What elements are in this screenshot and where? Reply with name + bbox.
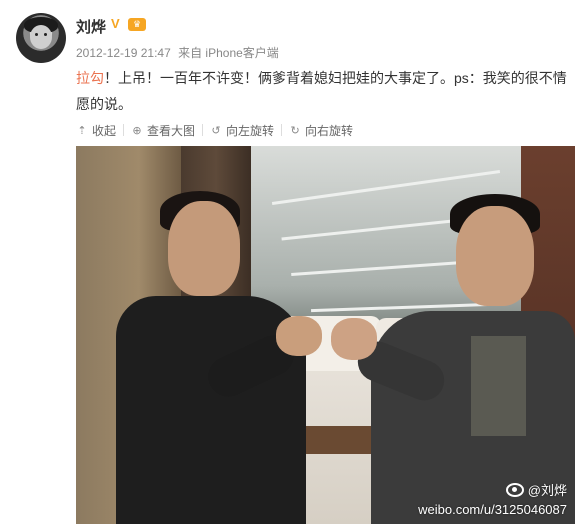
photo-head (456, 206, 534, 306)
view-large-button[interactable]: ⊕ 查看大图 (131, 122, 195, 139)
photo-shirt (471, 336, 526, 436)
vip-badge-icon[interactable]: ♛ (128, 18, 146, 31)
rotate-left-button[interactable]: ↺ 向左旋转 (210, 122, 274, 139)
collapse-button[interactable]: ⇡ 收起 (76, 122, 116, 139)
rotate-left-icon: ↺ (211, 124, 221, 137)
rotate-left-label: 向左旋转 (226, 123, 275, 138)
view-large-label: 查看大图 (147, 123, 196, 138)
toolbar-divider (281, 124, 283, 136)
post-text: 拉勾！上吊！一百年不许变！俩爹背着媳妇把娃的大事定了。ps：我笑的很不情愿的说。 (76, 65, 576, 117)
avatar[interactable] (16, 13, 66, 63)
post-source[interactable]: 来自 iPhone客户端 (178, 46, 279, 60)
post-photo[interactable]: @刘烨 weibo.com/u/3125046087 (76, 146, 575, 524)
photo-hand (276, 316, 322, 356)
watermark-logo: @刘烨 (505, 482, 567, 499)
post-meta: 2012-12-19 21:47 来自 iPhone客户端 (76, 44, 283, 61)
toolbar-divider (202, 124, 204, 136)
avatar-eye (35, 33, 38, 36)
collapse-icon: ⇡ (77, 124, 87, 137)
post-timestamp[interactable]: 2012-12-19 21:47 (76, 46, 171, 60)
post-tag-link[interactable]: 拉勾 (76, 70, 104, 86)
avatar-face (30, 25, 52, 49)
collapse-label: 收起 (92, 123, 117, 138)
post-body: ！上吊！一百年不许变！俩爹背着媳妇把娃的大事定了。ps：我笑的很不情愿的说。 (76, 70, 567, 112)
watermark-url: weibo.com/u/3125046087 (418, 502, 567, 517)
username[interactable]: 刘烨 (76, 16, 106, 37)
photo-head (168, 201, 240, 296)
avatar-eye (44, 33, 47, 36)
verified-v-icon: V (111, 16, 120, 31)
zoom-icon: ⊕ (132, 124, 142, 137)
rotate-right-label: 向右旋转 (305, 123, 354, 138)
image-toolbar: ⇡ 收起 ⊕ 查看大图 ↺ 向左旋转 ↻ 向右旋转 (76, 121, 353, 139)
weibo-logo-icon (505, 483, 524, 497)
watermark-user: @刘烨 (527, 482, 567, 498)
photo-watermark: @刘烨 weibo.com/u/3125046087 (418, 482, 567, 519)
rotate-right-icon: ↻ (290, 124, 300, 137)
photo-hand (331, 318, 377, 360)
toolbar-divider (123, 124, 125, 136)
rotate-right-button[interactable]: ↻ 向右旋转 (289, 122, 353, 139)
